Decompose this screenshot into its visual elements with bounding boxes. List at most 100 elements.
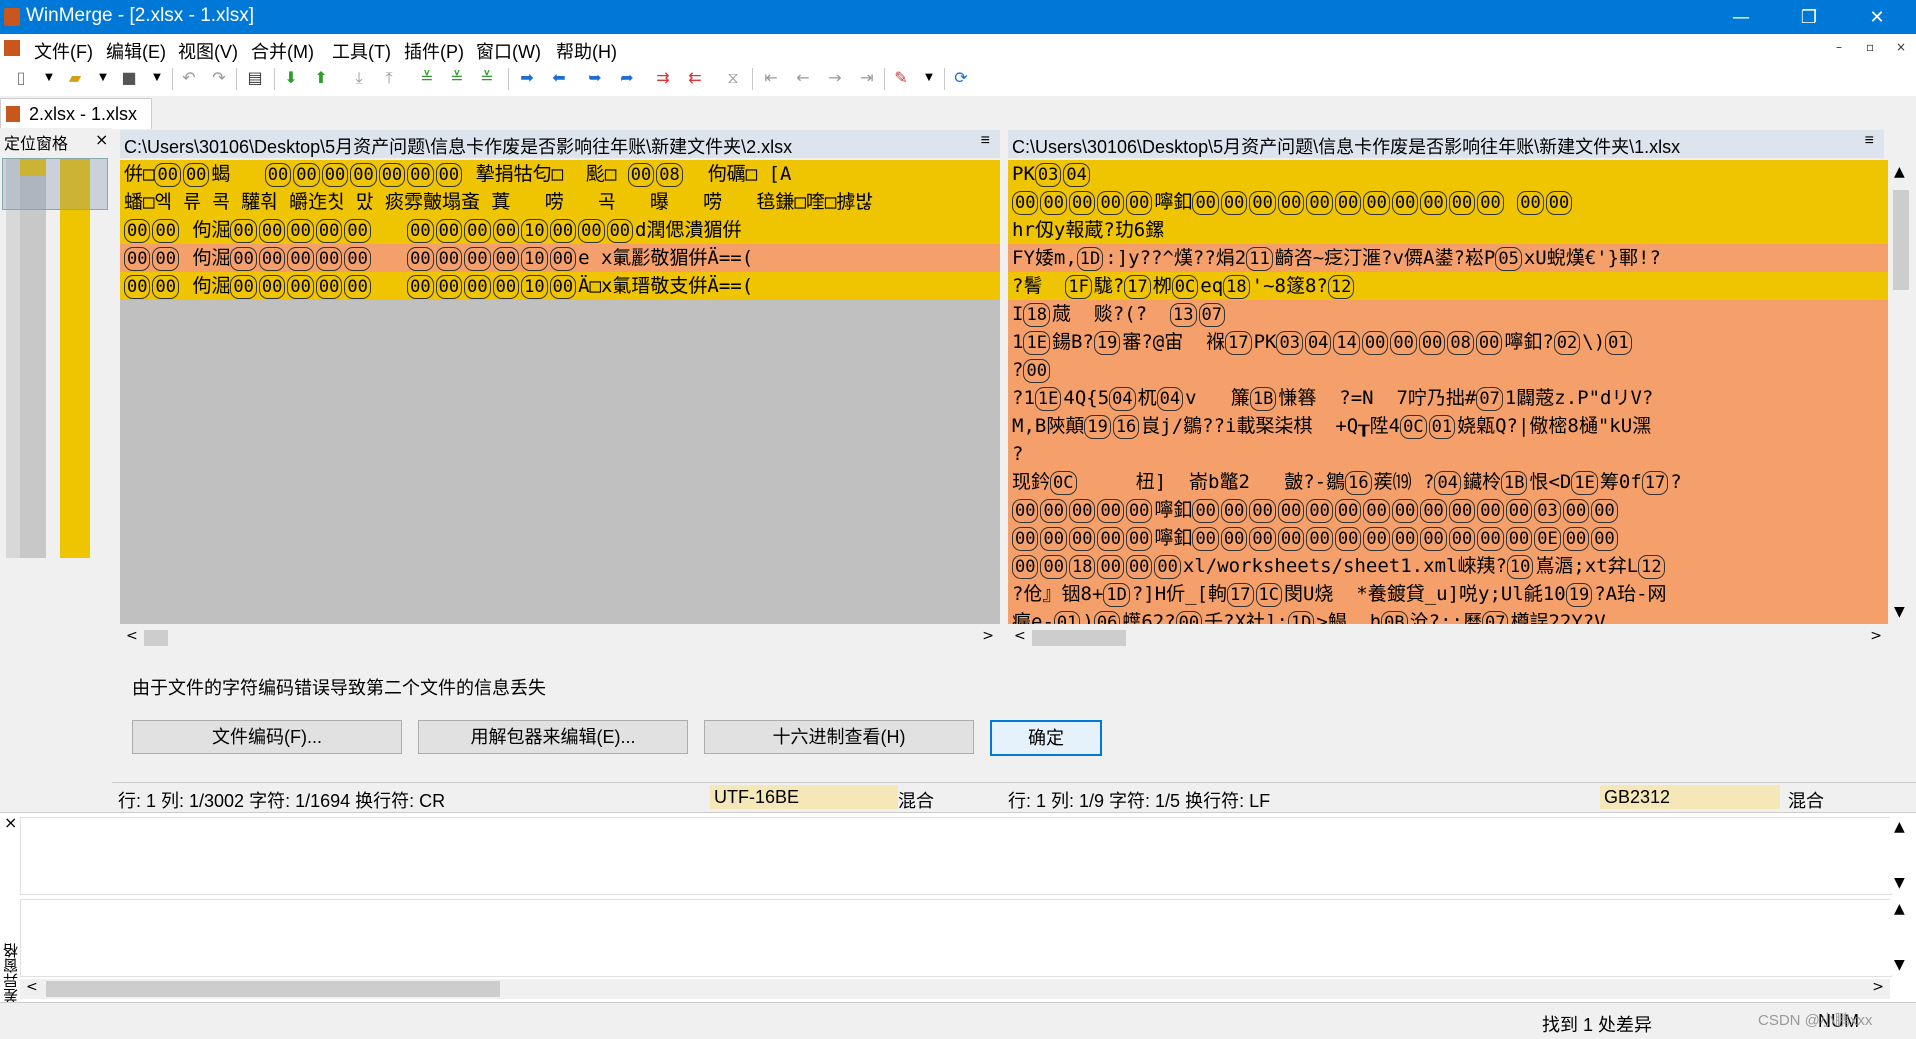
text-line[interactable]: 倂□ 00 00 蝎 00 00 00 00 00 00 00 摯捐牯匂□ 颩□ 00 08 佝礪□… — [120, 160, 1000, 188]
next-file-icon[interactable]: → — [824, 67, 846, 89]
diff-left-vscroll[interactable]: ▲ ▼ — [1890, 817, 1912, 893]
menu-edit[interactable]: 编辑(E) — [106, 38, 166, 64]
diff-pane-left-view[interactable] — [20, 817, 1892, 895]
text-line[interactable]: 00 00 00 00 00 嚀釦 00 00 00 00 00 00 00 00 00 00 00 00 00 — [1008, 188, 1888, 216]
undo-icon[interactable]: ↶ — [178, 67, 200, 89]
refresh-icon[interactable]: ⟳ — [950, 67, 972, 89]
right-horizontal-scrollbar[interactable]: < > — [1008, 628, 1888, 648]
prev-file-icon[interactable]: ← — [792, 67, 814, 89]
text-line[interactable]: 现鈐 0C 杻] 嵛b鼈2 皼?-鶵 16 蒺⒆ ? 04 鑶柃 1B 恨<D 1E 筹0f 17? — [1008, 468, 1888, 496]
text-line[interactable]: 00 00 佝淈 00 00 00 00 00 00 00 00 00 10 00 Ä□x氭瑨敬支倂Ä=… — [120, 272, 1000, 300]
text-line[interactable]: 00 00 佝淈 00 00 00 00 00 00 00 00 00 10 00 e x氭彲敬猸倂Ä=… — [120, 244, 1000, 272]
diff-hscroll-thumb[interactable] — [46, 981, 500, 997]
last-file-icon[interactable]: ⇥ — [856, 67, 878, 89]
copy-all-right-icon[interactable]: ⇉ — [652, 67, 674, 89]
mdi-restore-button[interactable]: ▫ — [1866, 40, 1874, 54]
right-text-pane[interactable]: PK 03 04 00 00 00 00 00 嚀釦 00 00 00 00 00 00 00 00 00 00 00… — [1008, 160, 1888, 624]
scroll-left-arrow-icon[interactable]: < — [26, 979, 38, 995]
first-file-icon[interactable]: ⇤ — [760, 67, 782, 89]
text-line[interactable]: 00 00 18 00 00 00 xl/worksheets/sheet1.xml崍羠? 1… — [1008, 552, 1888, 580]
winmerge-app-icon[interactable] — [4, 8, 20, 26]
text-line[interactable]: 蟠□엑 류 콕 驩훠 皭迮칫 맜 痰雰皾塌蚉 蒖 唠 곡 曝 唠 毰鎌□喹□摢밚 — [120, 188, 1000, 216]
document-icon[interactable] — [4, 40, 20, 56]
right-hscroll-thumb[interactable] — [1032, 630, 1126, 646]
chevron-down-icon[interactable]: ▼ — [38, 67, 60, 89]
location-bar-left[interactable] — [6, 158, 46, 558]
prev-conflict-icon[interactable]: ≚ — [476, 67, 498, 89]
text-line[interactable]: PK 03 04 — [1008, 160, 1888, 188]
scroll-right-arrow-icon[interactable]: > — [982, 628, 994, 644]
scroll-up-arrow-icon[interactable]: ▲ — [1894, 164, 1905, 180]
scroll-left-arrow-icon[interactable]: < — [1014, 628, 1026, 644]
copy-right-icon[interactable]: ➡ — [516, 67, 538, 89]
merge-icon[interactable]: ⧖ — [722, 67, 744, 89]
mdi-close-button[interactable]: × — [1896, 40, 1906, 54]
right-pane-menu-icon[interactable]: ≡ — [1865, 132, 1874, 150]
scroll-right-arrow-icon[interactable]: > — [1870, 628, 1882, 644]
chevron-down-icon[interactable]: ▼ — [918, 67, 940, 89]
chevron-down-icon[interactable]: ▼ — [146, 67, 168, 89]
copy-left-advance-icon[interactable]: ➦ — [616, 67, 638, 89]
left-pane-menu-icon[interactable]: ≡ — [981, 132, 990, 150]
open-folder-icon[interactable]: ▰ — [64, 67, 86, 89]
menu-tools[interactable]: 工具(T) — [332, 38, 391, 64]
scroll-right-arrow-icon[interactable]: > — [1872, 979, 1884, 995]
text-line[interactable]: 00 00 00 00 00 嚀釦 00 00 00 00 00 00 00 00 00 00 00 00 0E 00… — [1008, 524, 1888, 552]
menu-file[interactable]: 文件(F) — [34, 38, 93, 64]
menu-view[interactable]: 视图(V) — [178, 38, 238, 64]
ok-button[interactable]: 确定 — [990, 720, 1102, 756]
text-line[interactable]: hr仭y報蔵?玏6鏍 — [1008, 216, 1888, 244]
right-vscroll-thumb[interactable] — [1893, 190, 1909, 290]
scroll-left-arrow-icon[interactable]: < — [126, 628, 138, 644]
new-document-icon[interactable]: ▯ — [10, 67, 32, 89]
document-tab[interactable]: 2.xlsx - 1.xlsx — [0, 98, 152, 129]
right-vertical-scrollbar[interactable]: ▲ ▼ — [1890, 160, 1912, 624]
location-viewport-indicator[interactable] — [2, 158, 108, 210]
copy-all-left-icon[interactable]: ⇇ — [684, 67, 706, 89]
text-line[interactable]: 00 00 00 00 00 嚀釦 00 00 00 00 00 00 00 00 00 00 00 00 03 00… — [1008, 496, 1888, 524]
text-line[interactable]: 00 00 佝淈 00 00 00 00 00 00 00 00 00 10 00 00 00 d潤偲潰猸倂 — [120, 216, 1000, 244]
scroll-up-arrow-icon[interactable]: ▲ — [1894, 819, 1905, 835]
copy-right-advance-icon[interactable]: ➥ — [584, 67, 606, 89]
filter-icon[interactable]: ▤ — [244, 67, 266, 89]
right-encoding-badge[interactable]: GB2312 — [1600, 785, 1780, 809]
scroll-up-arrow-icon[interactable]: ▲ — [1894, 901, 1905, 917]
text-line[interactable]: ? 00 — [1008, 356, 1888, 384]
text-line[interactable]: ?鬌 1F 駹? 17 栁 0C eq 18 '~8篴8? 12 — [1008, 272, 1888, 300]
diff-horizontal-scrollbar[interactable]: < > — [20, 979, 1890, 999]
first-diff-icon[interactable]: ⤒ — [378, 67, 400, 89]
menu-window[interactable]: 窗口(W) — [476, 38, 541, 64]
redo-icon[interactable]: ↷ — [208, 67, 230, 89]
prev-diff-icon[interactable]: ⬆ — [310, 67, 332, 89]
next-conflict-icon[interactable]: ≚ — [446, 67, 468, 89]
text-line[interactable]: FY婑m, 1D:]y??^熯??焆2 11 齮咨~疺汀滙?v僲A鍙?崧P 05 xU蜺熯… — [1008, 244, 1888, 272]
hex-view-button[interactable]: 十六进制查看(H) — [704, 720, 974, 754]
unpacker-edit-button[interactable]: 用解包器来编辑(E)... — [418, 720, 688, 754]
text-line[interactable]: ? — [1008, 440, 1888, 468]
left-text-pane[interactable]: 倂□ 00 00 蝎 00 00 00 00 00 00 00 摯捐牯匂□ 颩□ 00 08 佝礪□… — [120, 160, 1000, 624]
menu-help[interactable]: 帮助(H) — [556, 38, 617, 64]
next-diff-icon[interactable]: ⬇ — [280, 67, 302, 89]
copy-left-icon[interactable]: ⬅ — [548, 67, 570, 89]
left-horizontal-scrollbar[interactable]: < > — [120, 628, 1000, 648]
menu-merge[interactable]: 合并(M) — [251, 38, 314, 64]
text-line[interactable]: 1 1E 鍚B? 19 審?@宙 褓 17 PK 03 04 14 00 00 00 08 00 嚀釦? 02 \… — [1008, 328, 1888, 356]
options-icon[interactable]: ✎ — [890, 67, 912, 89]
save-icon[interactable]: ■ — [118, 67, 140, 89]
diff-right-vscroll[interactable]: ▲ ▼ — [1890, 899, 1912, 975]
last-diff-icon[interactable]: ⤓ — [348, 67, 370, 89]
left-hscroll-thumb[interactable] — [144, 630, 168, 646]
scroll-down-arrow-icon[interactable]: ▼ — [1894, 875, 1905, 891]
menu-plugins[interactable]: 插件(P) — [404, 38, 464, 64]
location-pane-close-button[interactable]: × — [95, 130, 108, 149]
text-line[interactable]: ?1 1E 4Q{5 04 杌 04 v 簾 1B 慊簭 ?=N 7咛乃拙# 07 1闢蔲z.P"d… — [1008, 384, 1888, 412]
mdi-minimize-button[interactable]: – — [1836, 40, 1842, 54]
minimize-button[interactable]: — — [1712, 0, 1770, 34]
text-line[interactable]: 瘺e- 01) 06 蠂62? 00 壬?X社]: 1D >鳎 h 0B 沧?:;曆 07 樽誤22Y… — [1008, 608, 1888, 624]
diff-pane-right-view[interactable] — [20, 899, 1892, 977]
left-encoding-badge[interactable]: UTF-16BE — [710, 785, 898, 809]
current-diff-icon[interactable]: ≚ — [416, 67, 438, 89]
scroll-down-arrow-icon[interactable]: ▼ — [1894, 957, 1905, 973]
text-line[interactable]: ?伧』铟8+ 1D ?]H伒_[軥 17 1C 閔U烧 *養鍍貸_u]哾y;Ul毹10 19… — [1008, 580, 1888, 608]
maximize-button[interactable]: ❐ — [1780, 0, 1838, 34]
